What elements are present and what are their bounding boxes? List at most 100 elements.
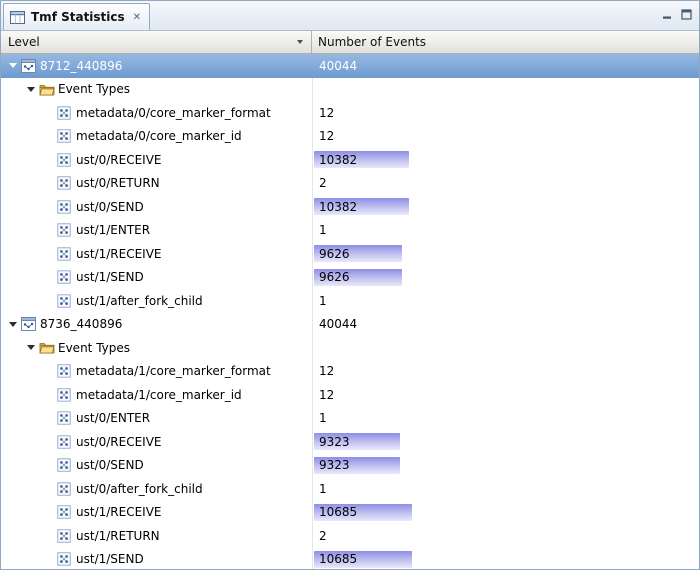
tree-indent	[1, 230, 41, 231]
row-value: 40044	[313, 59, 357, 73]
table-row[interactable]: metadata/1/core_marker_format12	[1, 360, 699, 384]
table-row[interactable]: Event Types	[1, 336, 699, 360]
row-value: 1	[313, 411, 327, 425]
event-icon	[57, 505, 75, 519]
expand-toggle-icon[interactable]	[5, 63, 21, 68]
table-row[interactable]: metadata/0/core_marker_format12	[1, 101, 699, 125]
row-label: metadata/0/core_marker_format	[75, 106, 271, 120]
tree-indent	[1, 159, 41, 160]
chevron-down-icon[interactable]	[297, 40, 303, 44]
table-row[interactable]: Event Types	[1, 78, 699, 102]
tab-tmf-statistics[interactable]: Tmf Statistics ✕	[3, 3, 150, 30]
row-label: Event Types	[57, 341, 130, 355]
row-value: 1	[313, 294, 327, 308]
tree-indent	[1, 277, 41, 278]
tree-indent	[1, 535, 41, 536]
row-value: 9626	[313, 247, 350, 261]
table-row[interactable]: ust/0/SEND10382	[1, 195, 699, 219]
maximize-button[interactable]	[681, 9, 692, 20]
row-label: metadata/1/core_marker_id	[75, 388, 242, 402]
tree-indent	[1, 559, 41, 560]
row-label: ust/1/RETURN	[75, 529, 160, 543]
table-row[interactable]: ust/0/after_fork_child 1	[1, 477, 699, 501]
row-label: ust/0/RECEIVE	[75, 153, 162, 167]
trace-icon	[21, 59, 39, 73]
row-value: 10685	[313, 552, 357, 566]
expand-toggle-icon[interactable]	[5, 322, 21, 327]
row-value: 1	[313, 482, 327, 496]
row-label: ust/0/after_fork_child	[75, 482, 203, 496]
row-label: ust/1/ENTER	[75, 223, 150, 237]
close-icon[interactable]: ✕	[133, 12, 141, 23]
table-row[interactable]: ust/1/SEND 10685	[1, 548, 699, 570]
column-header-events-label: Number of Events	[318, 35, 426, 49]
row-value: 12	[313, 129, 334, 143]
table-body[interactable]: 8712_44089640044Event Typesmetadata/0/co…	[1, 54, 699, 569]
event-icon	[57, 364, 75, 378]
table-row[interactable]: ust/1/after_fork_child 1	[1, 289, 699, 313]
event-icon	[57, 200, 75, 214]
column-header-level-label: Level	[8, 35, 40, 49]
tree-indent	[1, 512, 41, 513]
tree-indent	[1, 183, 41, 184]
table-row[interactable]: ust/1/SEND9626	[1, 266, 699, 290]
column-header-level[interactable]: Level	[1, 31, 312, 53]
minimize-button[interactable]	[662, 9, 673, 20]
folder-icon	[39, 83, 57, 96]
row-label: 8736_440896	[39, 317, 122, 331]
event-icon	[57, 106, 75, 120]
row-value: 10685	[313, 505, 357, 519]
event-icon	[57, 388, 75, 402]
event-icon	[57, 153, 75, 167]
expand-toggle-icon[interactable]	[23, 345, 39, 350]
row-label: ust/1/after_fork_child	[75, 294, 203, 308]
event-icon	[57, 129, 75, 143]
table-row[interactable]: ust/1/RETURN 2	[1, 524, 699, 548]
tree-indent	[1, 418, 41, 419]
table-row[interactable]: ust/0/SEND 9323	[1, 454, 699, 478]
row-label: ust/1/RECEIVE	[75, 505, 162, 519]
row-value: 40044	[313, 317, 357, 331]
folder-icon	[39, 341, 57, 354]
trace-icon	[21, 317, 39, 331]
row-label: ust/1/SEND	[75, 270, 144, 284]
row-value: 10382	[313, 153, 357, 167]
row-label: ust/0/RECEIVE	[75, 435, 162, 449]
event-icon	[57, 435, 75, 449]
view-tab-bar: Tmf Statistics ✕	[1, 1, 699, 31]
tree-indent	[1, 347, 23, 348]
event-icon	[57, 411, 75, 425]
row-value: 9323	[313, 458, 350, 472]
table-row[interactable]: 8736_440896 40044	[1, 313, 699, 337]
table-row[interactable]: ust/1/RECEIVE9626	[1, 242, 699, 266]
table-row[interactable]: ust/0/ENTER1	[1, 407, 699, 431]
row-value: 10382	[313, 200, 357, 214]
table-row[interactable]: ust/0/RETURN2	[1, 172, 699, 196]
row-value: 2	[313, 529, 327, 543]
row-label: ust/0/SEND	[75, 458, 144, 472]
row-value: 9323	[313, 435, 350, 449]
row-value: 12	[313, 364, 334, 378]
table-row[interactable]: metadata/0/core_marker_id12	[1, 125, 699, 149]
row-label: ust/0/RETURN	[75, 176, 160, 190]
event-icon	[57, 482, 75, 496]
column-header-number-of-events[interactable]: Number of Events	[312, 31, 699, 53]
tree-indent	[1, 300, 41, 301]
row-value: 1	[313, 223, 327, 237]
view-table-icon	[10, 11, 26, 24]
tree-indent	[1, 371, 41, 372]
tmf-statistics-view: Tmf Statistics ✕ Level Number of Events …	[0, 0, 700, 570]
row-label: ust/1/SEND	[75, 552, 144, 566]
event-icon	[57, 223, 75, 237]
table-row[interactable]: ust/1/ENTER 1	[1, 219, 699, 243]
tree-indent	[1, 136, 41, 137]
tree-indent	[1, 394, 41, 395]
table-row[interactable]: ust/1/RECEIVE 10685	[1, 501, 699, 525]
table-row[interactable]: 8712_44089640044	[1, 54, 699, 78]
table-row[interactable]: metadata/1/core_marker_id12	[1, 383, 699, 407]
expand-toggle-icon[interactable]	[23, 87, 39, 92]
tree-indent	[1, 441, 41, 442]
table-row[interactable]: ust/0/RECEIVE 9323	[1, 430, 699, 454]
table-row[interactable]: ust/0/RECEIVE 10382	[1, 148, 699, 172]
tab-title: Tmf Statistics	[31, 10, 125, 24]
